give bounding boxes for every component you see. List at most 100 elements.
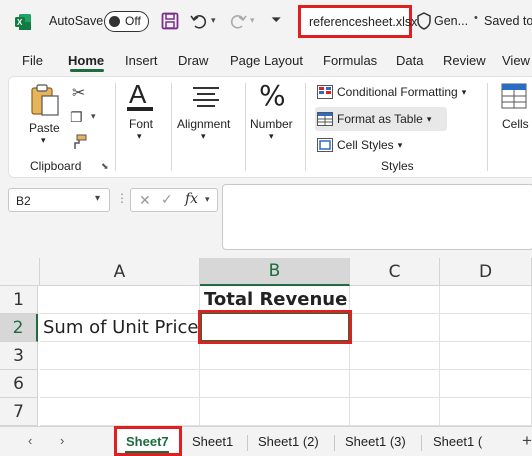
sheet-tab-2[interactable]: Sheet1 (2): [258, 434, 319, 449]
conditional-formatting-button[interactable]: Conditional Formatting ▾: [317, 81, 466, 103]
percent-icon[interactable]: %: [259, 79, 286, 112]
conditional-formatting-label: Conditional Formatting: [337, 85, 458, 99]
number-dropdown-icon[interactable]: ▾: [269, 131, 274, 142]
cell-c6[interactable]: [350, 370, 440, 398]
row-header-2[interactable]: 2: [0, 314, 38, 342]
cell-b6[interactable]: [200, 370, 350, 398]
paste-label[interactable]: Paste: [29, 121, 60, 135]
sheet-tab-4[interactable]: Sheet1 (: [433, 434, 482, 449]
select-all-corner[interactable]: [0, 258, 40, 286]
tab-home[interactable]: Home: [68, 53, 104, 68]
cell-d6[interactable]: [440, 370, 532, 398]
cell-c2[interactable]: [350, 314, 440, 342]
cell-b7[interactable]: [200, 398, 350, 426]
next-sheet-icon[interactable]: ›: [60, 433, 64, 448]
toggle-knob: [109, 15, 120, 27]
autosave-toggle[interactable]: Off: [104, 11, 149, 32]
cell-b3[interactable]: [200, 342, 350, 370]
cells-icon[interactable]: [501, 83, 527, 109]
autosave-state: Off: [125, 14, 141, 28]
name-box[interactable]: B2 ▾: [8, 188, 110, 212]
alignment-label[interactable]: Alignment: [177, 117, 230, 131]
tab-file[interactable]: File: [22, 53, 43, 68]
prev-sheet-icon[interactable]: ‹: [28, 433, 32, 448]
cell-a1[interactable]: [40, 286, 200, 314]
font-dropdown-icon[interactable]: ▾: [137, 131, 142, 142]
paste-icon[interactable]: [29, 83, 61, 117]
column-header-d[interactable]: D: [440, 258, 532, 286]
format-as-table-button[interactable]: Format as Table ▾: [317, 108, 431, 130]
column-header-b[interactable]: B: [200, 258, 350, 286]
excel-logo-icon: X: [15, 14, 31, 30]
file-title-highlight[interactable]: referencesheet.xlsx: [298, 5, 417, 38]
number-label[interactable]: Number: [250, 117, 293, 131]
tab-review[interactable]: Review: [443, 53, 486, 68]
file-name: referencesheet.xlsx: [309, 15, 418, 29]
sheet-tab-3[interactable]: Sheet1 (3): [345, 434, 406, 449]
ribbon-separator: [245, 83, 246, 171]
paste-dropdown-icon[interactable]: ▾: [41, 135, 46, 146]
copy-dropdown-icon[interactable]: ▾: [91, 111, 96, 122]
clipboard-launcher-icon[interactable]: ⬊: [101, 161, 109, 172]
undo-dropdown-icon[interactable]: ▾: [211, 15, 216, 26]
cell-c7[interactable]: [350, 398, 440, 426]
customize-toolbar-icon[interactable]: ⏷: [271, 12, 281, 28]
cell-c3[interactable]: [350, 342, 440, 370]
tab-page-layout[interactable]: Page Layout: [230, 53, 303, 68]
format-painter-icon[interactable]: [71, 134, 87, 150]
font-label[interactable]: Font: [129, 117, 153, 131]
save-status[interactable]: Saved to: [484, 14, 532, 28]
cell-a3[interactable]: [40, 342, 200, 370]
redo-dropdown-icon[interactable]: ▾: [250, 15, 255, 26]
undo-icon[interactable]: [189, 11, 209, 31]
cell-a7[interactable]: [40, 398, 200, 426]
formula-bar-grip-icon[interactable]: ⋮: [116, 191, 128, 205]
tab-view[interactable]: View: [502, 53, 530, 68]
cell-d2[interactable]: [440, 314, 532, 342]
cells-label[interactable]: Cells: [502, 117, 529, 131]
format-as-table-icon: [317, 112, 333, 126]
tab-data[interactable]: Data: [396, 53, 423, 68]
alignment-dropdown-icon[interactable]: ▾: [201, 131, 206, 142]
name-box-value: B2: [16, 194, 31, 208]
conditional-formatting-dropdown-icon: ▾: [461, 86, 467, 97]
cell-a6[interactable]: [40, 370, 200, 398]
cell-styles-label: Cell Styles: [337, 138, 394, 152]
ribbon-separator: [305, 83, 306, 171]
font-icon[interactable]: A: [125, 81, 155, 113]
save-icon[interactable]: [160, 11, 180, 31]
fx-dropdown-icon[interactable]: ▾: [205, 194, 210, 205]
tab-draw[interactable]: Draw: [178, 53, 208, 68]
name-box-dropdown-icon[interactable]: ▾: [95, 193, 100, 204]
cell-d3[interactable]: [440, 342, 532, 370]
row-header-6[interactable]: 6: [0, 370, 38, 398]
cell-styles-button[interactable]: Cell Styles ▾: [317, 134, 402, 156]
row-header-1[interactable]: 1: [0, 286, 38, 314]
add-sheet-icon[interactable]: +: [522, 431, 532, 451]
redo-icon[interactable]: [228, 11, 248, 31]
shield-icon[interactable]: [416, 12, 432, 30]
formula-input[interactable]: [222, 184, 532, 250]
ribbon: Paste ▾ ✂ ❐ ▾ Clipboard ⬊ A Font ▾ Align…: [8, 76, 532, 178]
sheet-tab-active[interactable]: Sheet7: [114, 426, 182, 456]
sheet-tab-1[interactable]: Sheet1: [192, 434, 233, 449]
insert-function-icon[interactable]: fx: [185, 191, 198, 207]
cell-d7[interactable]: [440, 398, 532, 426]
cell-c1[interactable]: [350, 286, 440, 314]
column-header-a[interactable]: A: [40, 258, 200, 286]
copy-icon[interactable]: ❐: [70, 109, 83, 126]
tab-insert[interactable]: Insert: [125, 53, 158, 68]
cell-a2[interactable]: Sum of Unit Price: [40, 314, 200, 342]
column-header-c[interactable]: C: [350, 258, 440, 286]
cell-d1[interactable]: [440, 286, 532, 314]
row-header-3[interactable]: 3: [0, 342, 38, 370]
formula-actions: ✕ ✓ fx ▾: [130, 188, 218, 212]
sheet-separator: [247, 435, 248, 451]
tab-formulas[interactable]: Formulas: [323, 53, 377, 68]
sensitivity-label[interactable]: Gen...: [434, 14, 468, 28]
row-header-7[interactable]: 7: [0, 398, 38, 426]
alignment-icon[interactable]: [191, 85, 221, 109]
enter-icon[interactable]: ✓: [161, 191, 173, 208]
cancel-icon[interactable]: ✕: [139, 192, 151, 209]
cut-icon[interactable]: ✂: [72, 83, 85, 103]
